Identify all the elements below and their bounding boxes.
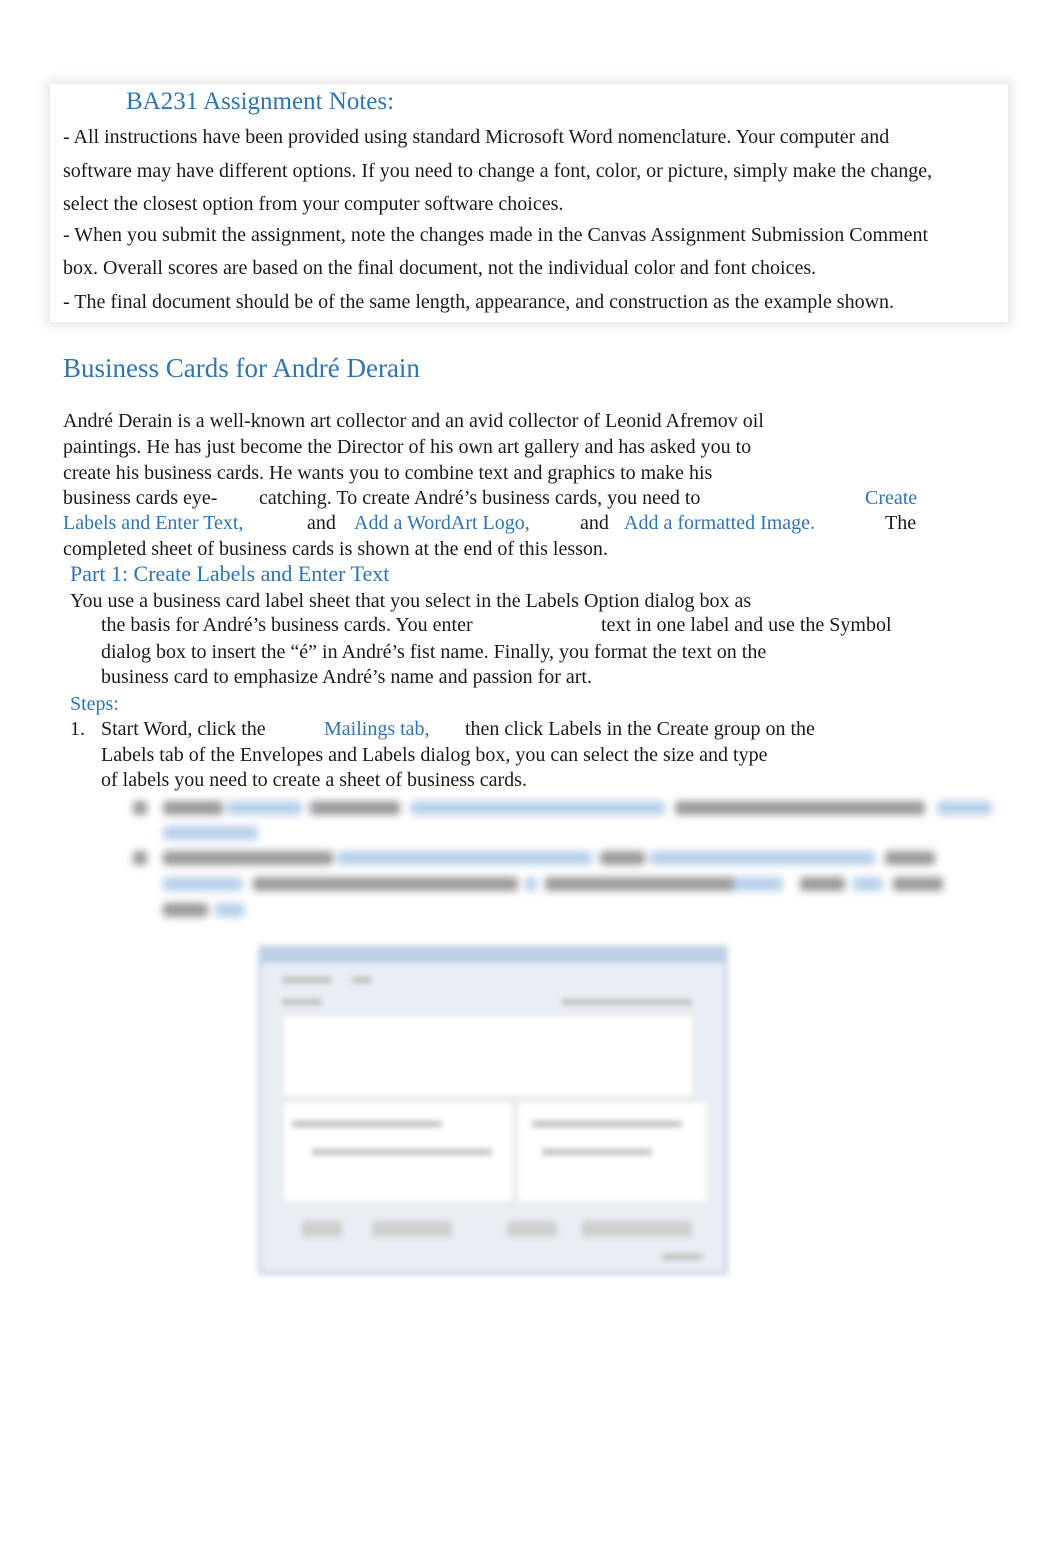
- part1-heading: Part 1: Create Labels and Enter Text: [70, 561, 390, 586]
- notes-title: BA231 Assignment Notes:: [126, 88, 395, 115]
- steps-label: Steps:: [70, 693, 119, 715]
- notes-line: - When you submit the assignment, note t…: [63, 224, 929, 246]
- intro-line: catching. To create André’s business car…: [259, 487, 701, 509]
- notes-line: software may have different options. If …: [63, 160, 933, 182]
- part1-line: dialog box to insert the “é” in André’s …: [101, 641, 767, 663]
- blurred-substeps: [125, 793, 995, 923]
- part1-line: You use a business card label sheet that…: [70, 590, 752, 612]
- link-create-labels: Create: [865, 487, 918, 509]
- intro-line: paintings. He has just become the Direct…: [63, 436, 752, 458]
- intro-line: completed sheet of business cards is sho…: [63, 538, 608, 560]
- intro-text: and: [307, 512, 336, 534]
- notes-line: select the closest option from your comp…: [63, 193, 564, 215]
- intro-text: and: [580, 512, 609, 534]
- step-text: Labels tab of the Envelopes and Labels d…: [101, 744, 768, 766]
- intro-line: André Derain is a well-known art collect…: [63, 410, 764, 432]
- intro-line: create his business cards. He wants you …: [63, 462, 713, 484]
- notes-line: box. Overall scores are based on the fin…: [63, 257, 817, 279]
- notes-line: - The final document should be of the sa…: [63, 291, 895, 313]
- step-text: then click Labels in the Create group on…: [465, 718, 815, 740]
- notes-line: - All instructions have been provided us…: [63, 126, 890, 148]
- step-text: Start Word, click the: [101, 718, 266, 740]
- link-create-labels: Labels and Enter Text,: [63, 512, 244, 534]
- step-text: of labels you need to create a sheet of …: [101, 769, 527, 791]
- link-mailings-tab: Mailings tab,: [324, 718, 430, 740]
- document-heading: Business Cards for André Derain: [63, 353, 420, 383]
- link-wordart-logo: Add a WordArt Logo,: [354, 512, 530, 534]
- part1-line: the basis for André’s business cards. Yo…: [101, 614, 473, 636]
- link-formatted-image: Add a formatted Image.: [624, 512, 816, 534]
- intro-text: The: [885, 512, 917, 534]
- step-number: 1.: [70, 718, 85, 740]
- intro-line: business cards eye-: [63, 487, 218, 509]
- part1-line: text in one label and use the Symbol: [601, 614, 892, 636]
- part1-line: business card to emphasize André’s name …: [101, 666, 592, 688]
- labels-dialog-screenshot: [258, 945, 728, 1275]
